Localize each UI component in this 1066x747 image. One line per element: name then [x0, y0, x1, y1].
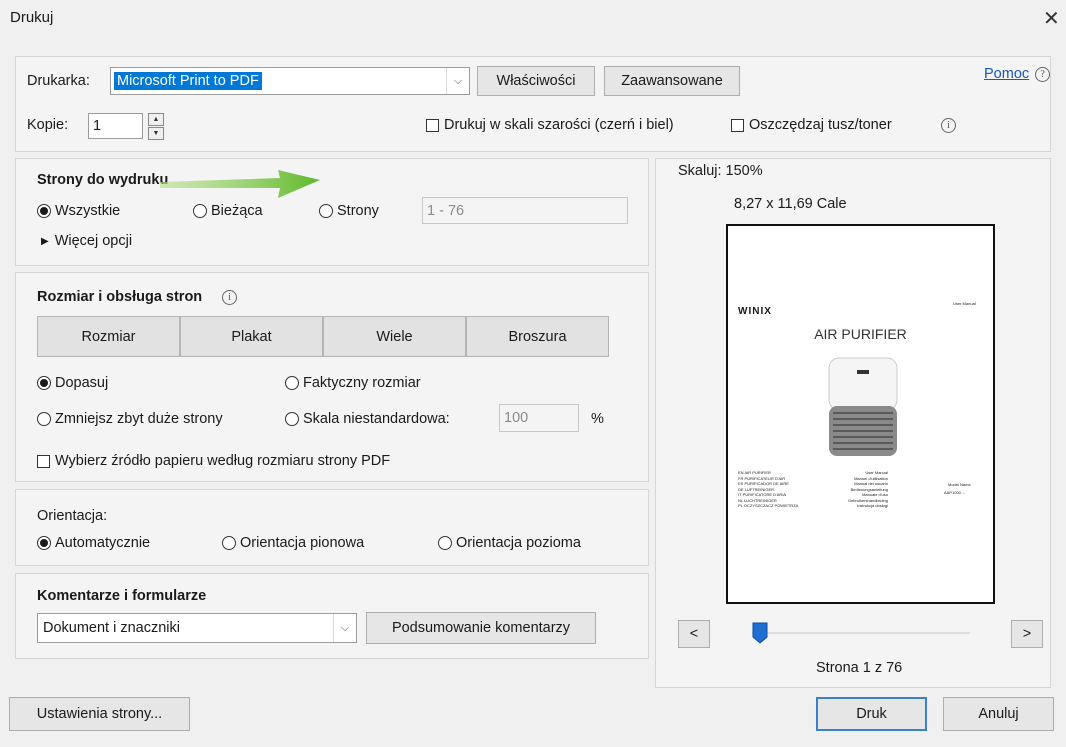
- chevron-down-icon: ⌵: [333, 614, 356, 642]
- print-button[interactable]: Druk: [816, 697, 927, 731]
- radio-portrait-label: Orientacja pionowa: [240, 535, 365, 551]
- stepper-up-icon[interactable]: ▲: [148, 113, 164, 126]
- printer-label: Drukarka:: [27, 73, 90, 89]
- radio-dot[interactable]: [285, 376, 299, 390]
- doc-model-value: AAP1000 ...: [944, 490, 966, 495]
- doc-language-name: PL OCZYSZCZACZ POWIETRZA: [738, 503, 799, 508]
- grayscale-label: Drukuj w skali szarości (czerń i biel): [444, 117, 674, 133]
- radio-landscape-label: Orientacja pozioma: [456, 535, 581, 551]
- radio-actual-size-label: Faktyczny rozmiar: [303, 375, 421, 391]
- radio-fit[interactable]: Dopasuj: [37, 375, 108, 391]
- orientation-title: Orientacja:: [37, 508, 108, 524]
- custom-scale-input[interactable]: 100: [499, 404, 579, 432]
- radio-dot[interactable]: [438, 536, 452, 550]
- radio-dot[interactable]: [37, 536, 51, 550]
- poster-button[interactable]: Plakat: [180, 316, 323, 357]
- close-icon[interactable]: ✕: [1043, 6, 1060, 31]
- help-question-icon[interactable]: ?: [1035, 66, 1051, 82]
- checkbox-box[interactable]: [426, 118, 439, 132]
- radio-pages-label: Strony: [337, 203, 379, 219]
- printer-selected-value: Microsoft Print to PDF: [114, 72, 262, 90]
- properties-button[interactable]: Właściwości: [477, 66, 595, 96]
- preview-scale: Skaluj: 150%: [678, 163, 763, 179]
- doc-language-manual: Instrukcja obsługi: [857, 503, 888, 508]
- cancel-button[interactable]: Anuluj: [943, 697, 1054, 731]
- page-indicator: Strona 1 z 76: [816, 660, 903, 676]
- comments-title: Komentarze i formularze: [37, 588, 207, 604]
- copies-label: Kopie:: [27, 117, 69, 133]
- checkbox-box[interactable]: [731, 118, 744, 132]
- preview-size: 8,27 x 11,69 Cale: [734, 196, 847, 212]
- radio-dot[interactable]: [37, 412, 51, 426]
- size-button[interactable]: Rozmiar: [37, 316, 180, 357]
- comments-selected-value: Dokument i znaczniki: [43, 620, 180, 636]
- radio-dot[interactable]: [285, 412, 299, 426]
- radio-current-label: Bieżąca: [211, 203, 263, 219]
- radio-orientation-auto[interactable]: Automatycznie: [37, 535, 150, 551]
- multiple-button[interactable]: Wiele: [323, 316, 466, 357]
- checkbox-box[interactable]: [37, 454, 50, 468]
- radio-dot[interactable]: [319, 204, 333, 218]
- page-setup-button[interactable]: Ustawienia strony...: [9, 697, 190, 731]
- radio-all-pages[interactable]: Wszystkie: [37, 203, 120, 219]
- radio-dot[interactable]: [193, 204, 207, 218]
- help-link[interactable]: Pomoc: [984, 66, 1029, 82]
- radio-pages[interactable]: Strony: [319, 203, 379, 219]
- radio-dot[interactable]: [37, 204, 51, 218]
- comments-select[interactable]: Dokument i znaczniki ⌵: [37, 613, 357, 643]
- radio-all-label: Wszystkie: [55, 203, 121, 219]
- stepper-down-icon[interactable]: ▼: [148, 127, 164, 140]
- page-range-input[interactable]: 1 - 76: [422, 197, 628, 224]
- radio-custom-scale[interactable]: Skala niestandardowa:: [285, 411, 450, 427]
- radio-shrink-label: Zmniejsz zbyt duże strony: [55, 411, 223, 427]
- doc-product-title: AIR PURIFIER: [814, 326, 907, 342]
- percent-label: %: [591, 411, 604, 427]
- radio-shrink[interactable]: Zmniejsz zbyt duże strony: [37, 411, 223, 427]
- radio-current-page[interactable]: Bieżąca: [193, 203, 263, 219]
- save-ink-label: Oszczędzaj tusz/toner: [749, 117, 892, 133]
- air-purifier-image: [828, 357, 898, 456]
- save-ink-checkbox[interactable]: Oszczędzaj tusz/toner: [731, 117, 892, 133]
- doc-user-manual: User Manual: [953, 301, 976, 306]
- more-options-toggle[interactable]: ▶ Więcej opcji: [41, 233, 132, 249]
- printer-select[interactable]: Microsoft Print to PDF ⌵: [110, 67, 470, 95]
- doc-model-label: Model Name: [948, 482, 971, 487]
- paper-source-label: Wybierz źródło papieru według rozmiaru s…: [55, 453, 391, 469]
- green-arrow-annotation: [160, 170, 320, 198]
- doc-brand-logo: WINIX: [738, 306, 772, 317]
- page-slider-thumb[interactable]: [752, 622, 768, 644]
- radio-custom-scale-label: Skala niestandardowa:: [303, 411, 450, 427]
- advanced-button[interactable]: Zaawansowane: [604, 66, 740, 96]
- more-options-label: Więcej opcji: [54, 233, 133, 249]
- grayscale-checkbox[interactable]: Drukuj w skali szarości (czerń i biel): [426, 117, 674, 133]
- preview-page: WINIX User Manual AIR PURIFIER EN AIR PU…: [726, 224, 995, 604]
- prev-page-button[interactable]: <: [678, 620, 710, 648]
- chevron-down-icon: ⌵: [446, 68, 469, 94]
- page-slider-track[interactable]: [752, 632, 970, 634]
- help-group: Pomoc ?: [984, 66, 1051, 82]
- booklet-button[interactable]: Broszura: [466, 316, 609, 357]
- radio-dot[interactable]: [222, 536, 236, 550]
- copies-input[interactable]: 1: [88, 113, 143, 139]
- pages-section-title: Strony do wydruku: [37, 172, 169, 188]
- radio-dot[interactable]: [37, 376, 51, 390]
- radio-actual-size[interactable]: Faktyczny rozmiar: [285, 375, 421, 391]
- radio-auto-label: Automatycznie: [55, 535, 151, 551]
- copies-stepper[interactable]: ▲ ▼: [148, 113, 164, 140]
- page-sizing-title: Rozmiar i obsługa stron: [37, 289, 203, 305]
- next-page-button[interactable]: >: [1011, 620, 1043, 648]
- doc-language-row: PL OCZYSZCZACZ POWIETRZA Instrukcja obsłu…: [738, 503, 888, 509]
- info-icon[interactable]: i: [941, 118, 956, 133]
- paper-source-checkbox[interactable]: Wybierz źródło papieru według rozmiaru s…: [37, 453, 390, 469]
- orientation-panel: [15, 489, 649, 566]
- radio-fit-label: Dopasuj: [55, 375, 109, 391]
- comments-summary-button[interactable]: Podsumowanie komentarzy: [366, 612, 596, 644]
- info-icon[interactable]: i: [222, 290, 237, 305]
- dialog-title: Drukuj: [10, 9, 54, 26]
- triangle-right-icon: ▶: [41, 235, 49, 247]
- radio-orientation-landscape[interactable]: Orientacja pozioma: [438, 535, 581, 551]
- radio-orientation-portrait[interactable]: Orientacja pionowa: [222, 535, 364, 551]
